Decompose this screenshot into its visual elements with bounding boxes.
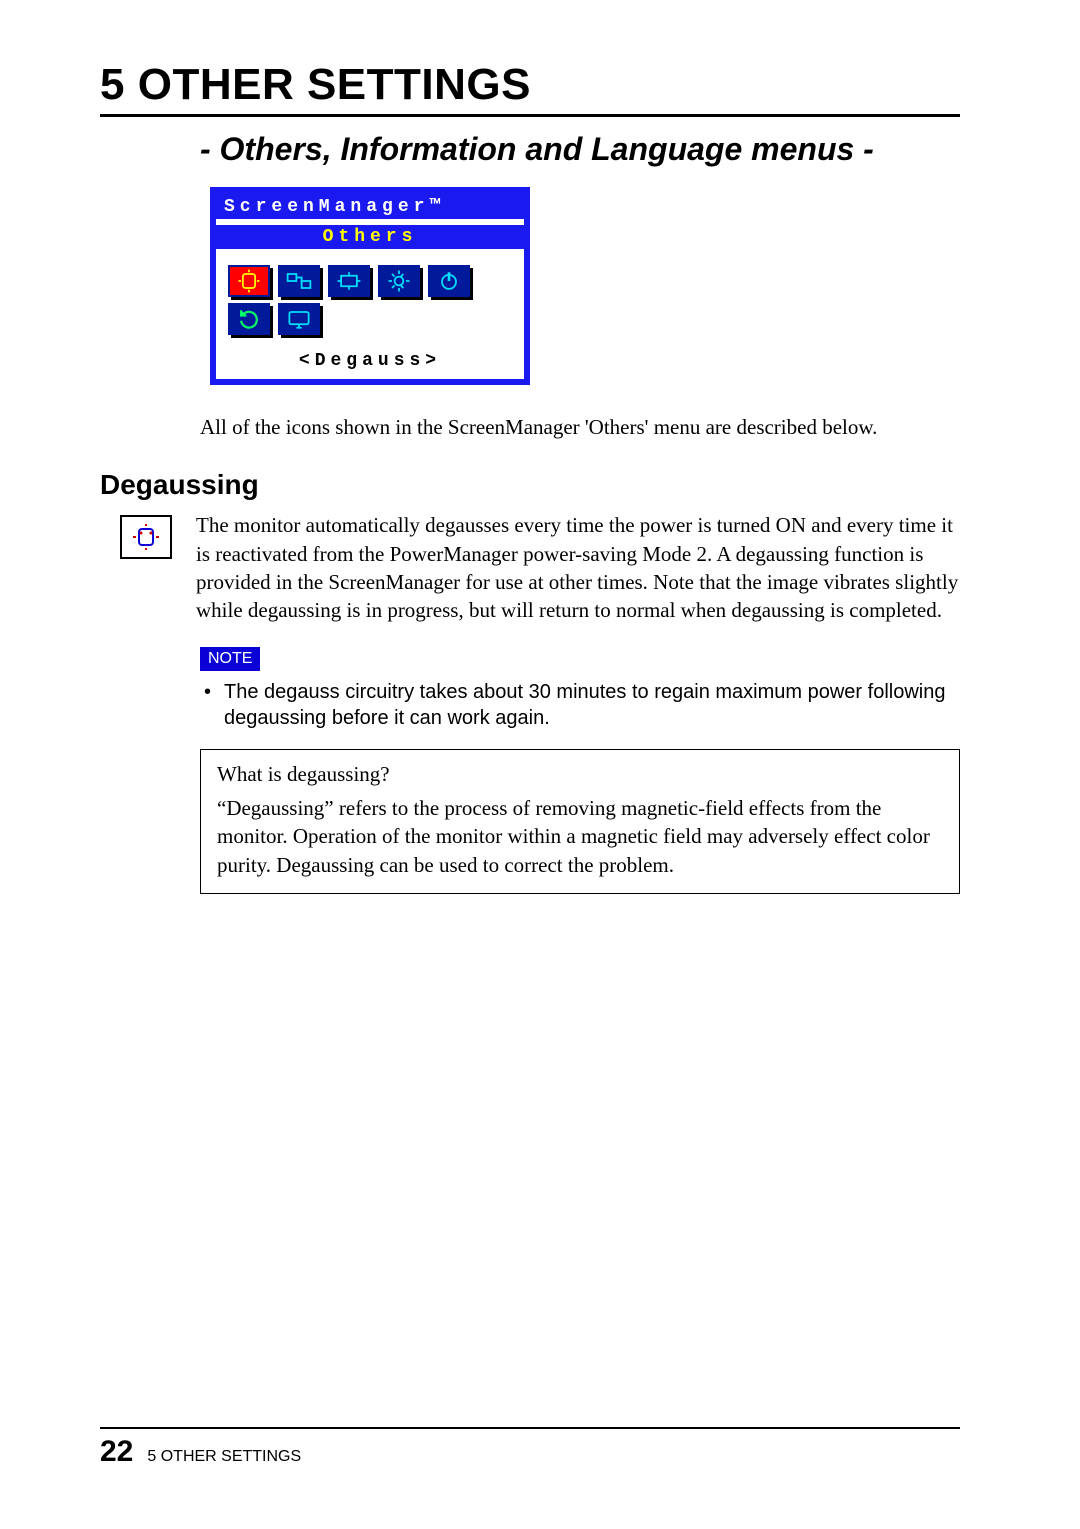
note-item: • The degauss circuitry takes about 30 m… xyxy=(204,679,960,731)
monitor-icon xyxy=(278,303,320,335)
note-label: NOTE xyxy=(200,647,260,671)
power-icon xyxy=(428,265,470,297)
footer-crumb: 5 OTHER SETTINGS xyxy=(147,1448,301,1466)
osd-selected-item: <Degauss> xyxy=(216,347,524,379)
bullet-icon: • xyxy=(204,679,224,731)
degauss-icon xyxy=(120,515,172,559)
note-block: NOTE • The degauss circuitry takes about… xyxy=(200,647,960,731)
page-number: 22 xyxy=(100,1435,133,1469)
feature-row: The monitor automatically degausses ever… xyxy=(100,511,960,624)
refresh-icon xyxy=(228,303,270,335)
osd-screenshot: ScreenManager™ Others xyxy=(210,187,960,385)
intro-text: All of the icons shown in the ScreenMana… xyxy=(200,413,960,441)
input-icon xyxy=(278,265,320,297)
info-box: What is degaussing? “Degaussing” refers … xyxy=(200,749,960,894)
brightness-icon xyxy=(378,265,420,297)
chapter-title: 5 OTHER SETTINGS xyxy=(100,60,960,117)
page-footer: 22 5 OTHER SETTINGS xyxy=(100,1427,960,1469)
info-answer: “Degaussing” refers to the process of re… xyxy=(217,794,943,879)
osd-title: ScreenManager™ xyxy=(216,193,524,225)
osd-icon-grid xyxy=(216,249,524,347)
info-question: What is degaussing? xyxy=(217,760,943,788)
note-text: The degauss circuitry takes about 30 min… xyxy=(224,679,960,731)
section-heading: Degaussing xyxy=(100,469,960,501)
chapter-subtitle: - Others, Information and Language menus… xyxy=(200,129,960,169)
degauss-icon xyxy=(228,265,270,297)
chapter-number: 5 xyxy=(100,60,125,109)
section-body: The monitor automatically degausses ever… xyxy=(196,511,960,624)
chapter-name: OTHER SETTINGS xyxy=(138,60,531,109)
position-icon xyxy=(328,265,370,297)
osd-submenu-label: Others xyxy=(216,225,524,249)
